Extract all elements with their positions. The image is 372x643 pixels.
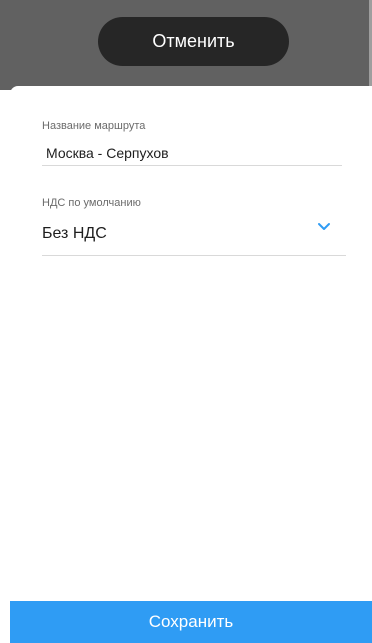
vat-label: НДС по умолчанию xyxy=(42,197,141,209)
route-name-underline xyxy=(42,165,342,166)
route-edit-sheet: Название маршрута Москва - Серпухов НДС … xyxy=(10,86,372,643)
chevron-down-icon[interactable] xyxy=(317,221,331,233)
route-name-field[interactable]: Москва - Серпухов xyxy=(46,145,169,161)
vat-underline xyxy=(42,255,346,256)
cancel-button[interactable]: Отменить xyxy=(98,17,289,66)
save-button[interactable]: Сохранить xyxy=(10,601,372,643)
route-name-label: Название маршрута xyxy=(42,120,146,132)
vat-selected-value: Без НДС xyxy=(42,225,107,242)
